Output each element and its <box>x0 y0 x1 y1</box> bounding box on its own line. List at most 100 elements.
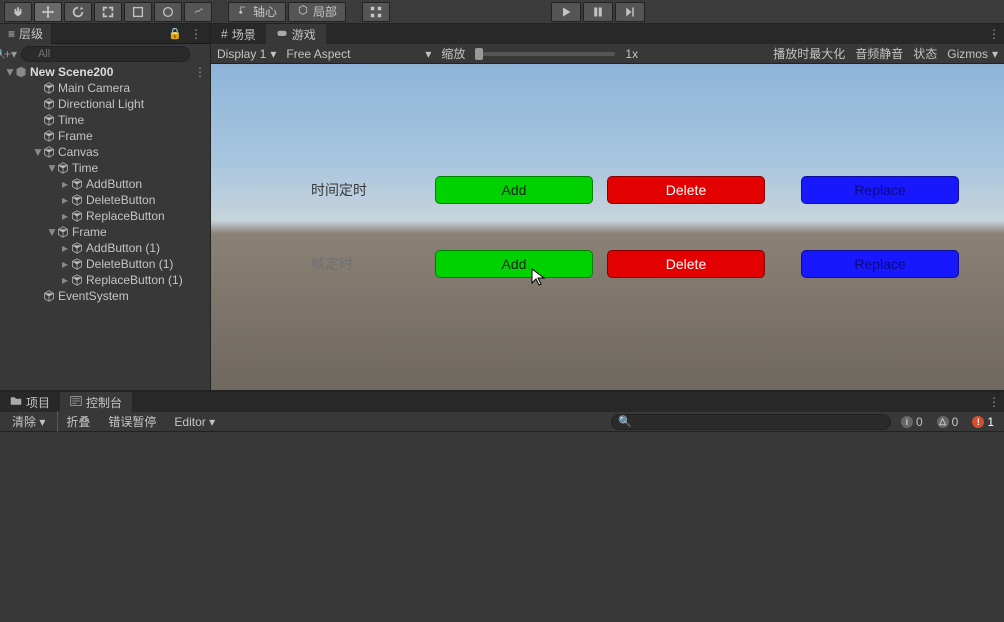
console-search-input[interactable] <box>611 414 891 430</box>
move-tool-button[interactable] <box>34 2 62 22</box>
hierarchy-tree: ▼ New Scene200 ⋮ Main CameraDirectional … <box>0 64 210 390</box>
gameobject-icon <box>42 130 56 142</box>
error-pause-toggle[interactable]: 错误暂停 <box>102 411 162 432</box>
console-tab[interactable]: 控制台 <box>60 392 132 412</box>
tree-item[interactable]: EventSystem <box>0 288 210 304</box>
tree-item[interactable]: ▼Time <box>0 160 210 176</box>
hand-tool-button[interactable] <box>4 2 32 22</box>
aspect-dropdown[interactable]: Free Aspect▾ <box>286 47 431 61</box>
game-panel-menu-icon[interactable]: ⋮ <box>984 27 1004 41</box>
rotate-tool-button[interactable] <box>64 2 92 22</box>
gameobject-icon <box>70 210 84 222</box>
rect-tool-button[interactable] <box>124 2 152 22</box>
editor-dropdown[interactable]: Editor ▾ <box>168 413 221 431</box>
tree-item[interactable]: Frame <box>0 128 210 144</box>
tree-item-label: Time <box>70 161 98 175</box>
replace-button-time[interactable]: Replace <box>801 176 959 204</box>
tree-item[interactable]: ▸DeleteButton <box>0 192 210 208</box>
hierarchy-search-input[interactable] <box>21 46 190 62</box>
gameobject-icon <box>42 146 56 158</box>
tree-item-label: ReplaceButton <box>84 209 165 223</box>
tree-item[interactable]: ▸DeleteButton (1) <box>0 256 210 272</box>
hierarchy-tab[interactable]: ≡ 层级 <box>0 24 52 44</box>
scale-tool-button[interactable] <box>94 2 122 22</box>
maximize-on-play-toggle[interactable]: 播放时最大化 <box>773 45 845 62</box>
local-icon <box>297 4 309 19</box>
gameobject-icon <box>42 82 56 94</box>
display-dropdown[interactable]: Display 1▾ <box>217 47 276 61</box>
stats-toggle[interactable]: 状态 <box>913 45 937 62</box>
mute-audio-toggle[interactable]: 音频静音 <box>855 45 903 62</box>
project-tab[interactable]: 项目 <box>0 392 60 412</box>
clear-button[interactable]: 清除 ▾ <box>6 411 51 432</box>
tree-item-label: Time <box>56 113 84 127</box>
pivot-label: 轴心 <box>253 3 277 20</box>
gameobject-icon <box>56 162 70 174</box>
info-badge[interactable]: i0 <box>897 415 927 429</box>
local-mode-button[interactable]: 局部 <box>288 2 346 22</box>
tree-item[interactable]: ▸ReplaceButton <box>0 208 210 224</box>
tree-item-label: EventSystem <box>56 289 129 303</box>
game-tab-icon <box>276 27 288 42</box>
panel-menu-icon[interactable]: ⋮ <box>186 27 206 41</box>
frame-timer-label: 帧定时 <box>311 254 421 274</box>
delete-button-time[interactable]: Delete <box>607 176 765 204</box>
snap-button[interactable] <box>362 2 390 22</box>
folder-icon <box>10 395 22 410</box>
gameobject-icon <box>70 194 84 206</box>
local-label: 局部 <box>313 3 337 20</box>
lock-icon[interactable]: 🔒 <box>168 27 182 40</box>
tree-item-label: Directional Light <box>56 97 144 111</box>
replace-button-frame[interactable]: Replace <box>801 250 959 278</box>
info-icon: i <box>901 416 913 428</box>
bottom-panel-menu-icon[interactable]: ⋮ <box>984 395 1004 409</box>
add-button-time[interactable]: Add <box>435 176 593 204</box>
tree-item-label: AddButton (1) <box>84 241 160 255</box>
warn-badge[interactable]: △0 <box>933 415 963 429</box>
custom-tool-button[interactable] <box>184 2 212 22</box>
hierarchy-panel: ≡ 层级 🔒 ⋮ +▾ 🔍 ▼ New Scene200 ⋮ Main Came… <box>0 24 211 390</box>
tree-item[interactable]: ▸AddButton <box>0 176 210 192</box>
gameobject-icon <box>70 274 84 286</box>
tree-item[interactable]: Time <box>0 112 210 128</box>
unity-icon <box>14 66 28 78</box>
create-dropdown[interactable]: +▾ <box>4 47 17 61</box>
transform-tool-button[interactable] <box>154 2 182 22</box>
scale-value: 1x <box>625 47 638 61</box>
tree-item-label: ReplaceButton (1) <box>84 273 183 287</box>
main-toolbar: 轴心 局部 <box>0 0 1004 24</box>
pause-button[interactable] <box>583 2 613 22</box>
error-badge[interactable]: !1 <box>968 415 998 429</box>
tree-item[interactable]: ▸ReplaceButton (1) <box>0 272 210 288</box>
console-tab-label: 控制台 <box>86 394 122 411</box>
tree-item-label: DeleteButton <box>84 193 155 207</box>
play-button[interactable] <box>551 2 581 22</box>
tree-item-label: Frame <box>56 129 93 143</box>
scene-row[interactable]: ▼ New Scene200 ⋮ <box>0 64 210 80</box>
tree-item[interactable]: ▸AddButton (1) <box>0 240 210 256</box>
scene-tab-label: 场景 <box>232 26 256 43</box>
add-button-frame[interactable]: Add <box>435 250 593 278</box>
tree-item[interactable]: ▼Frame <box>0 224 210 240</box>
hierarchy-title: 层级 <box>19 25 43 42</box>
gizmos-dropdown[interactable]: Gizmos▾ <box>947 47 998 61</box>
gameobject-icon <box>70 242 84 254</box>
warn-icon: △ <box>937 416 949 428</box>
hierarchy-icon: ≡ <box>8 27 15 41</box>
tree-item[interactable]: ▼Canvas <box>0 144 210 160</box>
step-button[interactable] <box>615 2 645 22</box>
console-icon <box>70 395 82 410</box>
scene-menu-icon[interactable]: ⋮ <box>190 65 210 79</box>
game-tab[interactable]: 游戏 <box>266 24 326 44</box>
pivot-mode-button[interactable]: 轴心 <box>228 2 286 22</box>
delete-button-frame[interactable]: Delete <box>607 250 765 278</box>
tree-item[interactable]: Main Camera <box>0 80 210 96</box>
bottom-panel: 项目 控制台 ⋮ 清除 ▾ 折叠 错误暂停 Editor ▾ i0 △0 !1 <box>0 390 1004 622</box>
scale-slider[interactable] <box>475 52 615 56</box>
tree-item[interactable]: Directional Light <box>0 96 210 112</box>
collapse-toggle[interactable]: 折叠 <box>57 411 96 432</box>
time-timer-label: 时间定时 <box>311 180 421 200</box>
scene-tab[interactable]: # 场景 <box>211 24 266 44</box>
pivot-icon <box>237 4 249 19</box>
tree-item-label: Frame <box>70 225 107 239</box>
